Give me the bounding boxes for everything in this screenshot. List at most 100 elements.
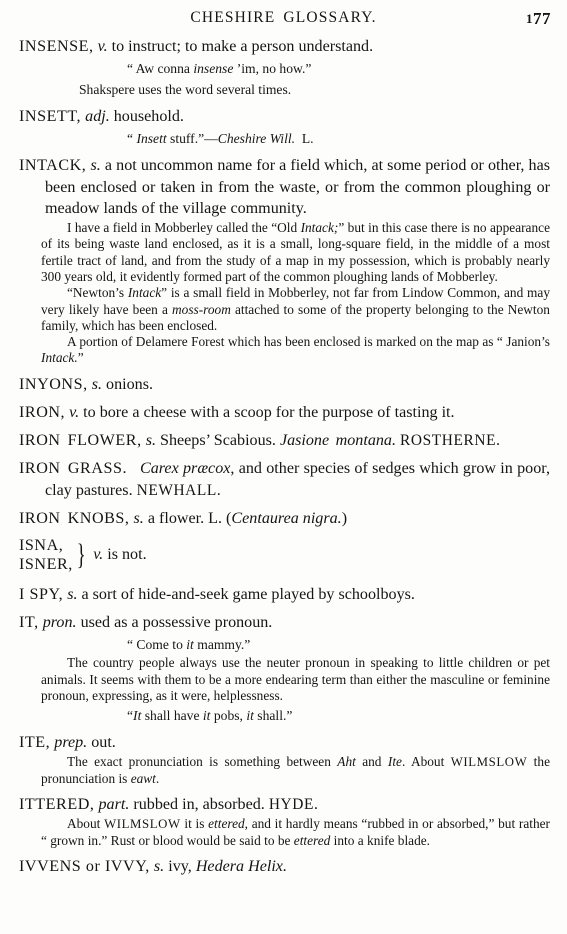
quotation-pre: “ Aw conna (127, 61, 194, 77)
headword: IVVENS or IVVY, (19, 857, 150, 875)
place-name: WILMSLOW (450, 755, 528, 770)
entry-definition-line: INYONS, s. onions. (19, 374, 550, 395)
definition-text: a not uncommon name for a field which, a… (45, 157, 550, 217)
emphasised-term: Aht (337, 754, 356, 770)
headword-line-1: ISNA, (19, 536, 64, 554)
entry-definition-line: INSENSE, v. to instruct; to make a perso… (19, 36, 550, 57)
latin-name: Jasione montana. (279, 432, 396, 450)
definition-text: to bore a cheese with a scoop for the pu… (79, 403, 455, 421)
glossary-entry-intack: INTACK, s. a not uncommon name for a fie… (19, 155, 550, 366)
text-run: and (355, 754, 388, 770)
definition-text: Sheeps’ Scabious. (155, 432, 280, 450)
quotation-pre: “ Come to (127, 637, 187, 653)
part-of-speech: s. (67, 585, 78, 603)
entry-definition-line: IVVENS or IVVY, s. ivy, Hedera Helix. (19, 856, 550, 877)
glossary-entry-iron-grass: IRON GRASS. Carex præcox, and other spec… (19, 458, 550, 500)
definition-text: a flower. L. ( (143, 509, 232, 527)
text-run: I have a field in Mobberley called the “… (67, 220, 301, 236)
part-of-speech: s. (90, 157, 101, 175)
place-name: WILMSLOW (104, 817, 181, 832)
glossary-entry-ivvens: IVVENS or IVVY, s. ivy, Hedera Helix. (19, 856, 550, 877)
part-of-speech: s. (153, 857, 165, 875)
braced-definition: v. is not. (93, 545, 146, 564)
quotation-post: ’im, no how.” (233, 61, 312, 77)
headword: IT, (19, 614, 39, 632)
part-of-speech: s. (133, 509, 144, 527)
entry-definition-line: ITE, prep. out. (19, 732, 550, 753)
page-number: 177 (526, 9, 551, 29)
text-run: . About (401, 754, 451, 770)
headword: INSETT, (19, 108, 82, 126)
text-run: pobs, (210, 708, 247, 724)
text-run: The country people always use the neuter… (41, 655, 550, 703)
headword-line-2: ISNER, (19, 555, 73, 573)
text-run: . (155, 770, 160, 786)
text-run: About (67, 816, 105, 832)
entry-quotation: “ Come to it mammy.” (19, 635, 550, 654)
entry-quotation-secondary: “It shall have it pobs, it shall.” (19, 706, 550, 725)
text-run: shall have (141, 708, 203, 724)
quotation-post: mammy.” (193, 637, 251, 653)
entry-definition-line: IRON KNOBS, s. a flower. L. (Centaurea n… (19, 508, 550, 529)
latin-name: Carex præcox (139, 460, 231, 478)
emphasised-term: eawt (130, 770, 156, 786)
part-of-speech: prep. (54, 734, 88, 752)
authority: NEWHALL. (136, 481, 222, 499)
headword: IRON, (19, 403, 66, 421)
definition-text: is not. (103, 546, 147, 564)
curly-brace-icon: } (76, 537, 86, 571)
part-of-speech: v. (69, 403, 80, 421)
quotation-mid: stuff.”— (166, 131, 218, 147)
text-run: A portion of Delamere Forest which has b… (67, 334, 550, 350)
glossary-entry-ittered: ITTERED, part. rubbed in, absorbed. HYDE… (19, 794, 550, 849)
authority: ROSTHERNE. (400, 432, 501, 450)
part-of-speech: v. (97, 38, 108, 55)
glossary-entry-inyons: INYONS, s. onions. (19, 374, 550, 395)
glossary-entry-iron: IRON, v. to bore a cheese with a scoop f… (19, 402, 550, 423)
part-of-speech: adj. (85, 108, 110, 126)
running-head-title: CHESHIRE GLOSSARY. (190, 9, 377, 26)
part-of-speech: s. (145, 432, 156, 450)
entry-quotation: “ Aw conna insense ’im, no how.” (19, 59, 550, 78)
text-run: “Newton’s (67, 285, 128, 301)
braced-headword-group: ISNA, ISNER, } v. is not. (19, 536, 550, 574)
quotation-source: Cheshire Will. (217, 131, 296, 147)
quotation-authority: L. (301, 131, 314, 147)
emphasised-term: ettered (293, 832, 331, 848)
headword: INTACK, (19, 157, 87, 175)
headword: I SPY, (19, 585, 64, 603)
definition-text: rubbed in, absorbed. (129, 796, 269, 813)
braced-headwords: ISNA, ISNER, (19, 536, 73, 574)
latin-name: Centaurea nigra. (231, 509, 342, 527)
text-run: into a knife blade. (330, 832, 431, 848)
glossary-column: INSENSE, v. to instruct; to make a perso… (19, 36, 550, 884)
entry-note: “Newton’s Intack” is a small field in Mo… (19, 285, 550, 334)
entry-quotation: “ Insett stuff.”—Cheshire Will. L. (19, 129, 550, 148)
entry-note: The country people always use the neuter… (19, 655, 550, 704)
headword: IRON FLOWER, (19, 432, 142, 450)
entry-definition-line: IRON, v. to bore a cheese with a scoop f… (19, 402, 550, 423)
entry-definition-line: INTACK, s. a not uncommon name for a fie… (19, 155, 550, 219)
emphasised-term: moss-room (172, 301, 231, 317)
glossary-entry-iron-flower: IRON FLOWER, s. Sheeps’ Scabious. Jasion… (19, 430, 550, 451)
definition-text: out. (87, 734, 116, 752)
glossary-entry-insense: INSENSE, v. to instruct; to make a perso… (19, 36, 550, 99)
entry-definition-line: IRON FLOWER, s. Sheeps’ Scabious. Jasion… (19, 430, 550, 451)
entry-definition-line: ITTERED, part. rubbed in, absorbed. HYDE… (19, 794, 550, 815)
headword: ITTERED, (19, 796, 95, 813)
definition-text: a sort of hide-and-seek game played by s… (77, 585, 415, 603)
glossary-page: CHESHIRE GLOSSARY. 177 INSENSE, v. to in… (0, 0, 567, 934)
headword: INSENSE, (19, 38, 94, 55)
quotation-keyword: insense (193, 61, 234, 77)
part-of-speech: s. (91, 375, 103, 393)
entry-definition-line: IT, pron. used as a possessive pronoun. (19, 612, 550, 633)
text-run: The exact pronunciation is something bet… (67, 754, 338, 770)
definition-text: ivy, (164, 857, 196, 875)
emphasised-term: Intack; (300, 220, 339, 236)
emphasised-term: Intack (127, 285, 162, 301)
glossary-entry-insett: INSETT, adj. household. “ Insett stuff.”… (19, 106, 550, 148)
entry-definition-line: INSETT, adj. household. (19, 106, 550, 127)
emphasised-term: Ite (387, 754, 402, 770)
definition-tail: ) (341, 509, 348, 527)
quotation-keyword: Insett (136, 131, 167, 147)
